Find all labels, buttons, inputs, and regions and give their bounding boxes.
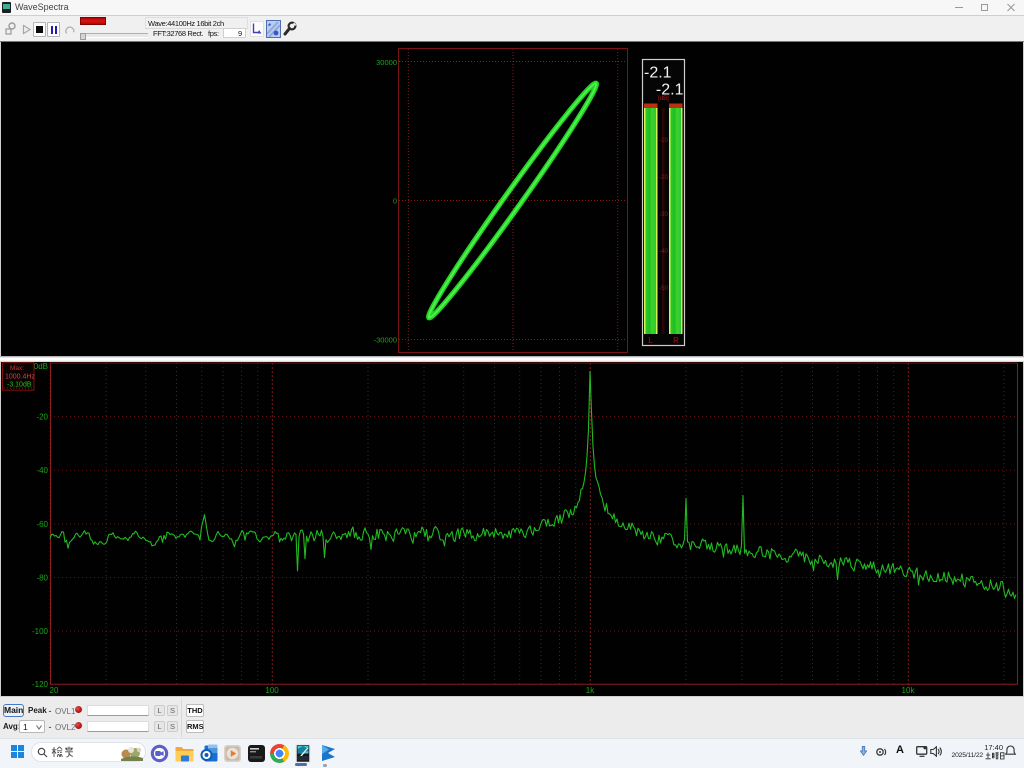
svg-text:-2.1: -2.1	[644, 65, 672, 82]
svg-text:10k: 10k	[902, 686, 916, 695]
svg-text:30000: 30000	[376, 58, 397, 67]
svg-text:Max:: Max:	[10, 365, 24, 372]
svg-text:-30: -30	[659, 212, 668, 218]
svg-text:-80: -80	[36, 574, 48, 583]
svg-text:-10: -10	[659, 138, 668, 144]
svg-text:-20: -20	[36, 413, 48, 422]
svg-text:R: R	[673, 336, 679, 345]
svg-text:[dB]: [dB]	[658, 96, 669, 102]
svg-text:0dB: 0dB	[34, 362, 48, 371]
svg-text:1k: 1k	[586, 686, 595, 695]
svg-text:-3.10dB: -3.10dB	[7, 382, 32, 389]
svg-text:0: 0	[393, 197, 397, 206]
svg-text:-120: -120	[32, 680, 49, 689]
svg-text:L: L	[648, 336, 653, 345]
svg-text:-50: -50	[659, 286, 668, 292]
svg-text:-30000: -30000	[374, 336, 397, 345]
svg-text:100: 100	[265, 686, 279, 695]
svg-text:-100: -100	[32, 627, 49, 636]
svg-text:1000.4Hz: 1000.4Hz	[5, 374, 35, 381]
svg-text:-20: -20	[659, 175, 668, 181]
svg-text:-40: -40	[659, 249, 668, 255]
svg-text:-60: -60	[36, 520, 48, 529]
svg-text:-40: -40	[36, 466, 48, 475]
svg-text:20: 20	[50, 686, 59, 695]
